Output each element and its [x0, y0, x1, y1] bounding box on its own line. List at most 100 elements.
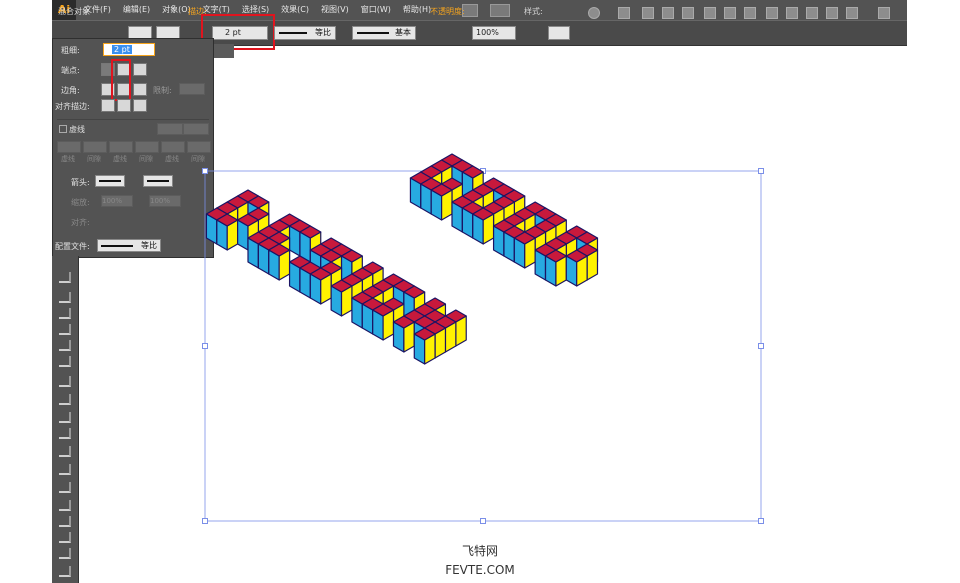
distribute-bottom-icon[interactable] [806, 7, 818, 19]
distribute-hcenter-icon[interactable] [846, 7, 858, 19]
align-vcenter-icon[interactable] [724, 7, 736, 19]
eraser-tool-icon[interactable] [59, 500, 71, 511]
cube-face [555, 231, 578, 245]
cube-face [534, 225, 547, 257]
dash-3-input[interactable] [161, 141, 185, 153]
cube-face [320, 243, 332, 275]
hand-tool-icon[interactable] [59, 516, 71, 527]
mesh-tool-icon[interactable] [59, 356, 71, 367]
align-center-stroke-button[interactable] [101, 99, 115, 112]
perspective-grid-tool-icon[interactable] [59, 340, 71, 351]
bbox-handle[interactable] [758, 343, 764, 349]
warp-tool-icon[interactable] [59, 292, 71, 303]
dash-align-corners-button[interactable] [183, 123, 209, 135]
cube-face [392, 321, 405, 353]
transform-icon[interactable] [878, 7, 890, 19]
opacity-label[interactable]: 不透明度: [430, 6, 465, 18]
start-arrowhead-select[interactable] [95, 175, 125, 187]
slice-tool-icon[interactable] [59, 482, 71, 493]
gradient-tool-icon[interactable] [59, 376, 71, 387]
bbox-handle[interactable] [480, 518, 486, 524]
cube-face [430, 159, 453, 173]
object-type-label: 混合对象 [58, 7, 90, 16]
variable-width-profile[interactable]: 等比 [274, 26, 336, 40]
document-tab[interactable] [212, 44, 234, 58]
menu-object[interactable]: 对象(O) [162, 0, 191, 20]
bbox-handle[interactable] [202, 343, 208, 349]
cube-face [372, 303, 384, 335]
bbox-handle[interactable] [758, 518, 764, 524]
end-scale-input[interactable]: 100% [149, 195, 181, 207]
cube-face [576, 231, 588, 263]
cube-face [288, 219, 311, 233]
cube-face [309, 267, 332, 281]
bbox-handle[interactable] [202, 518, 208, 524]
profile-select[interactable]: 等比 [97, 239, 161, 252]
align-inside-stroke-button[interactable] [117, 99, 131, 112]
opacity-input[interactable]: 100% [472, 26, 516, 40]
cube-face [216, 207, 228, 239]
cube-face [420, 183, 432, 215]
cube-face [361, 261, 384, 275]
align-left-icon[interactable] [642, 7, 654, 19]
cube-face [424, 327, 436, 359]
shape-builder-tool-icon[interactable] [59, 324, 71, 335]
menu-help[interactable]: 帮助(H) [403, 0, 431, 20]
selection-bounding-box[interactable] [204, 170, 762, 522]
graph-tool-icon[interactable] [59, 446, 71, 457]
distribute-top-icon[interactable] [766, 7, 778, 19]
cube-face [451, 165, 463, 197]
menu-view[interactable]: 视图(V) [321, 0, 349, 20]
cube-face [403, 291, 415, 323]
cube-face [492, 195, 515, 209]
cube-face [330, 267, 343, 299]
cube-face [299, 267, 311, 299]
limit-input[interactable] [179, 83, 205, 95]
start-scale-input[interactable]: 100% [101, 195, 133, 207]
menu-window[interactable]: 窗口(W) [361, 0, 391, 20]
blend-tool-icon[interactable] [59, 412, 71, 423]
bevel-join-button[interactable] [133, 83, 147, 96]
graphic-style-swatch[interactable] [548, 26, 570, 40]
bbox-handle[interactable] [758, 168, 764, 174]
stroke-weight-input[interactable]: 2 pt [212, 26, 268, 40]
align-outside-stroke-button[interactable] [133, 99, 147, 112]
align-right-icon[interactable] [682, 7, 694, 19]
rotate-tool-icon[interactable] [59, 272, 71, 283]
align-top-icon[interactable] [704, 7, 716, 19]
dashed-checkbox[interactable] [59, 125, 67, 133]
align-icon[interactable] [618, 7, 630, 19]
cube-face [320, 261, 343, 275]
recolor-icon[interactable] [588, 7, 600, 19]
align-bottom-icon[interactable] [744, 7, 756, 19]
cube-face [372, 291, 384, 323]
dash-2-input[interactable] [109, 141, 133, 153]
gap-2-input[interactable] [135, 141, 159, 153]
cube-face [492, 207, 505, 239]
projecting-cap-button[interactable] [133, 63, 147, 76]
distribute-vcenter-icon[interactable] [786, 7, 798, 19]
artboard-tool-icon[interactable] [59, 464, 71, 475]
gap-1-input[interactable] [83, 141, 107, 153]
free-transform-tool-icon[interactable] [59, 308, 71, 319]
brush-definition[interactable]: 基本 [352, 26, 416, 40]
cube-face [409, 177, 422, 209]
eyedropper-tool-icon[interactable] [59, 394, 71, 405]
end-arrowhead-select[interactable] [143, 175, 173, 187]
cube-face [340, 273, 363, 287]
dash-align-exact-button[interactable] [157, 123, 183, 135]
gap-3-input[interactable] [187, 141, 211, 153]
align-hcenter-icon[interactable] [662, 7, 674, 19]
symbol-sprayer-tool-icon[interactable] [59, 428, 71, 439]
cube-face [420, 171, 432, 203]
distribute-left-icon[interactable] [826, 7, 838, 19]
menu-effect[interactable]: 效果(C) [281, 0, 309, 20]
cube-face [576, 231, 599, 245]
cube-face [482, 201, 505, 215]
weight-input[interactable]: 2 pt [103, 43, 155, 56]
menu-edit[interactable]: 编辑(E) [123, 0, 150, 20]
dash-1-input[interactable] [57, 141, 81, 153]
bbox-handle[interactable] [480, 168, 486, 174]
cube-face [237, 213, 259, 227]
arrange-documents-icon[interactable] [490, 4, 510, 17]
